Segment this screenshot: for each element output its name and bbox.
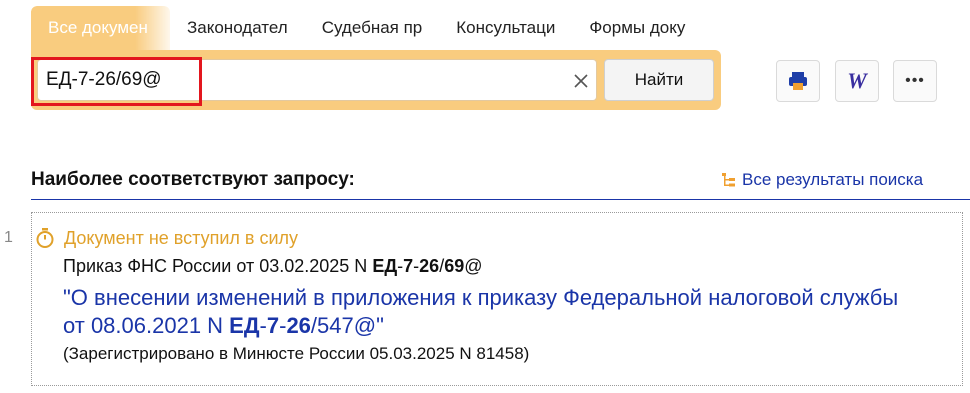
search-input[interactable]	[46, 66, 546, 94]
tab-court-practice[interactable]: Судебная пр	[305, 6, 440, 50]
all-results-link[interactable]: Все результаты поиска	[722, 170, 923, 190]
find-button[interactable]: Найти	[604, 59, 714, 101]
document-reference: Приказ ФНС России от 03.02.2025 N ЕД-7-2…	[63, 256, 483, 276]
search-tabs: Все докумен Законодател Судебная пр Конс…	[31, 6, 702, 50]
more-button[interactable]: •••	[893, 60, 937, 102]
section-title: Наиболее соответствуют запросу:	[31, 169, 355, 190]
all-results-label: Все результаты поиска	[742, 170, 924, 189]
clear-search-button[interactable]	[568, 69, 594, 93]
print-icon	[789, 72, 807, 90]
close-icon	[574, 74, 588, 88]
more-icon: •••	[905, 72, 925, 89]
tab-consultations[interactable]: Консультаци	[439, 6, 572, 50]
tab-legislation[interactable]: Законодател	[170, 6, 305, 50]
search-input-wrapper	[37, 59, 597, 101]
stopwatch-icon	[34, 227, 56, 249]
print-button[interactable]	[776, 60, 820, 102]
result-number: 1	[4, 229, 13, 246]
divider	[31, 199, 970, 200]
word-export-icon: W	[847, 68, 867, 93]
document-title-link[interactable]: "О внесении изменений в приложения к при…	[63, 284, 923, 340]
search-bar: Найти	[31, 50, 721, 110]
tab-document-forms[interactable]: Формы доку	[572, 6, 702, 50]
registration-note: (Зарегистрировано в Минюсте России 05.03…	[63, 344, 530, 363]
result-item[interactable]: Документ не вступил в силу Приказ ФНС Ро…	[31, 212, 963, 386]
tab-all-documents[interactable]: Все докумен	[31, 6, 170, 50]
status-label: Документ не вступил в силу	[64, 227, 299, 248]
tree-icon	[722, 172, 736, 188]
word-export-button[interactable]: W	[835, 60, 879, 102]
document-status: Документ не вступил в силу	[34, 227, 298, 249]
